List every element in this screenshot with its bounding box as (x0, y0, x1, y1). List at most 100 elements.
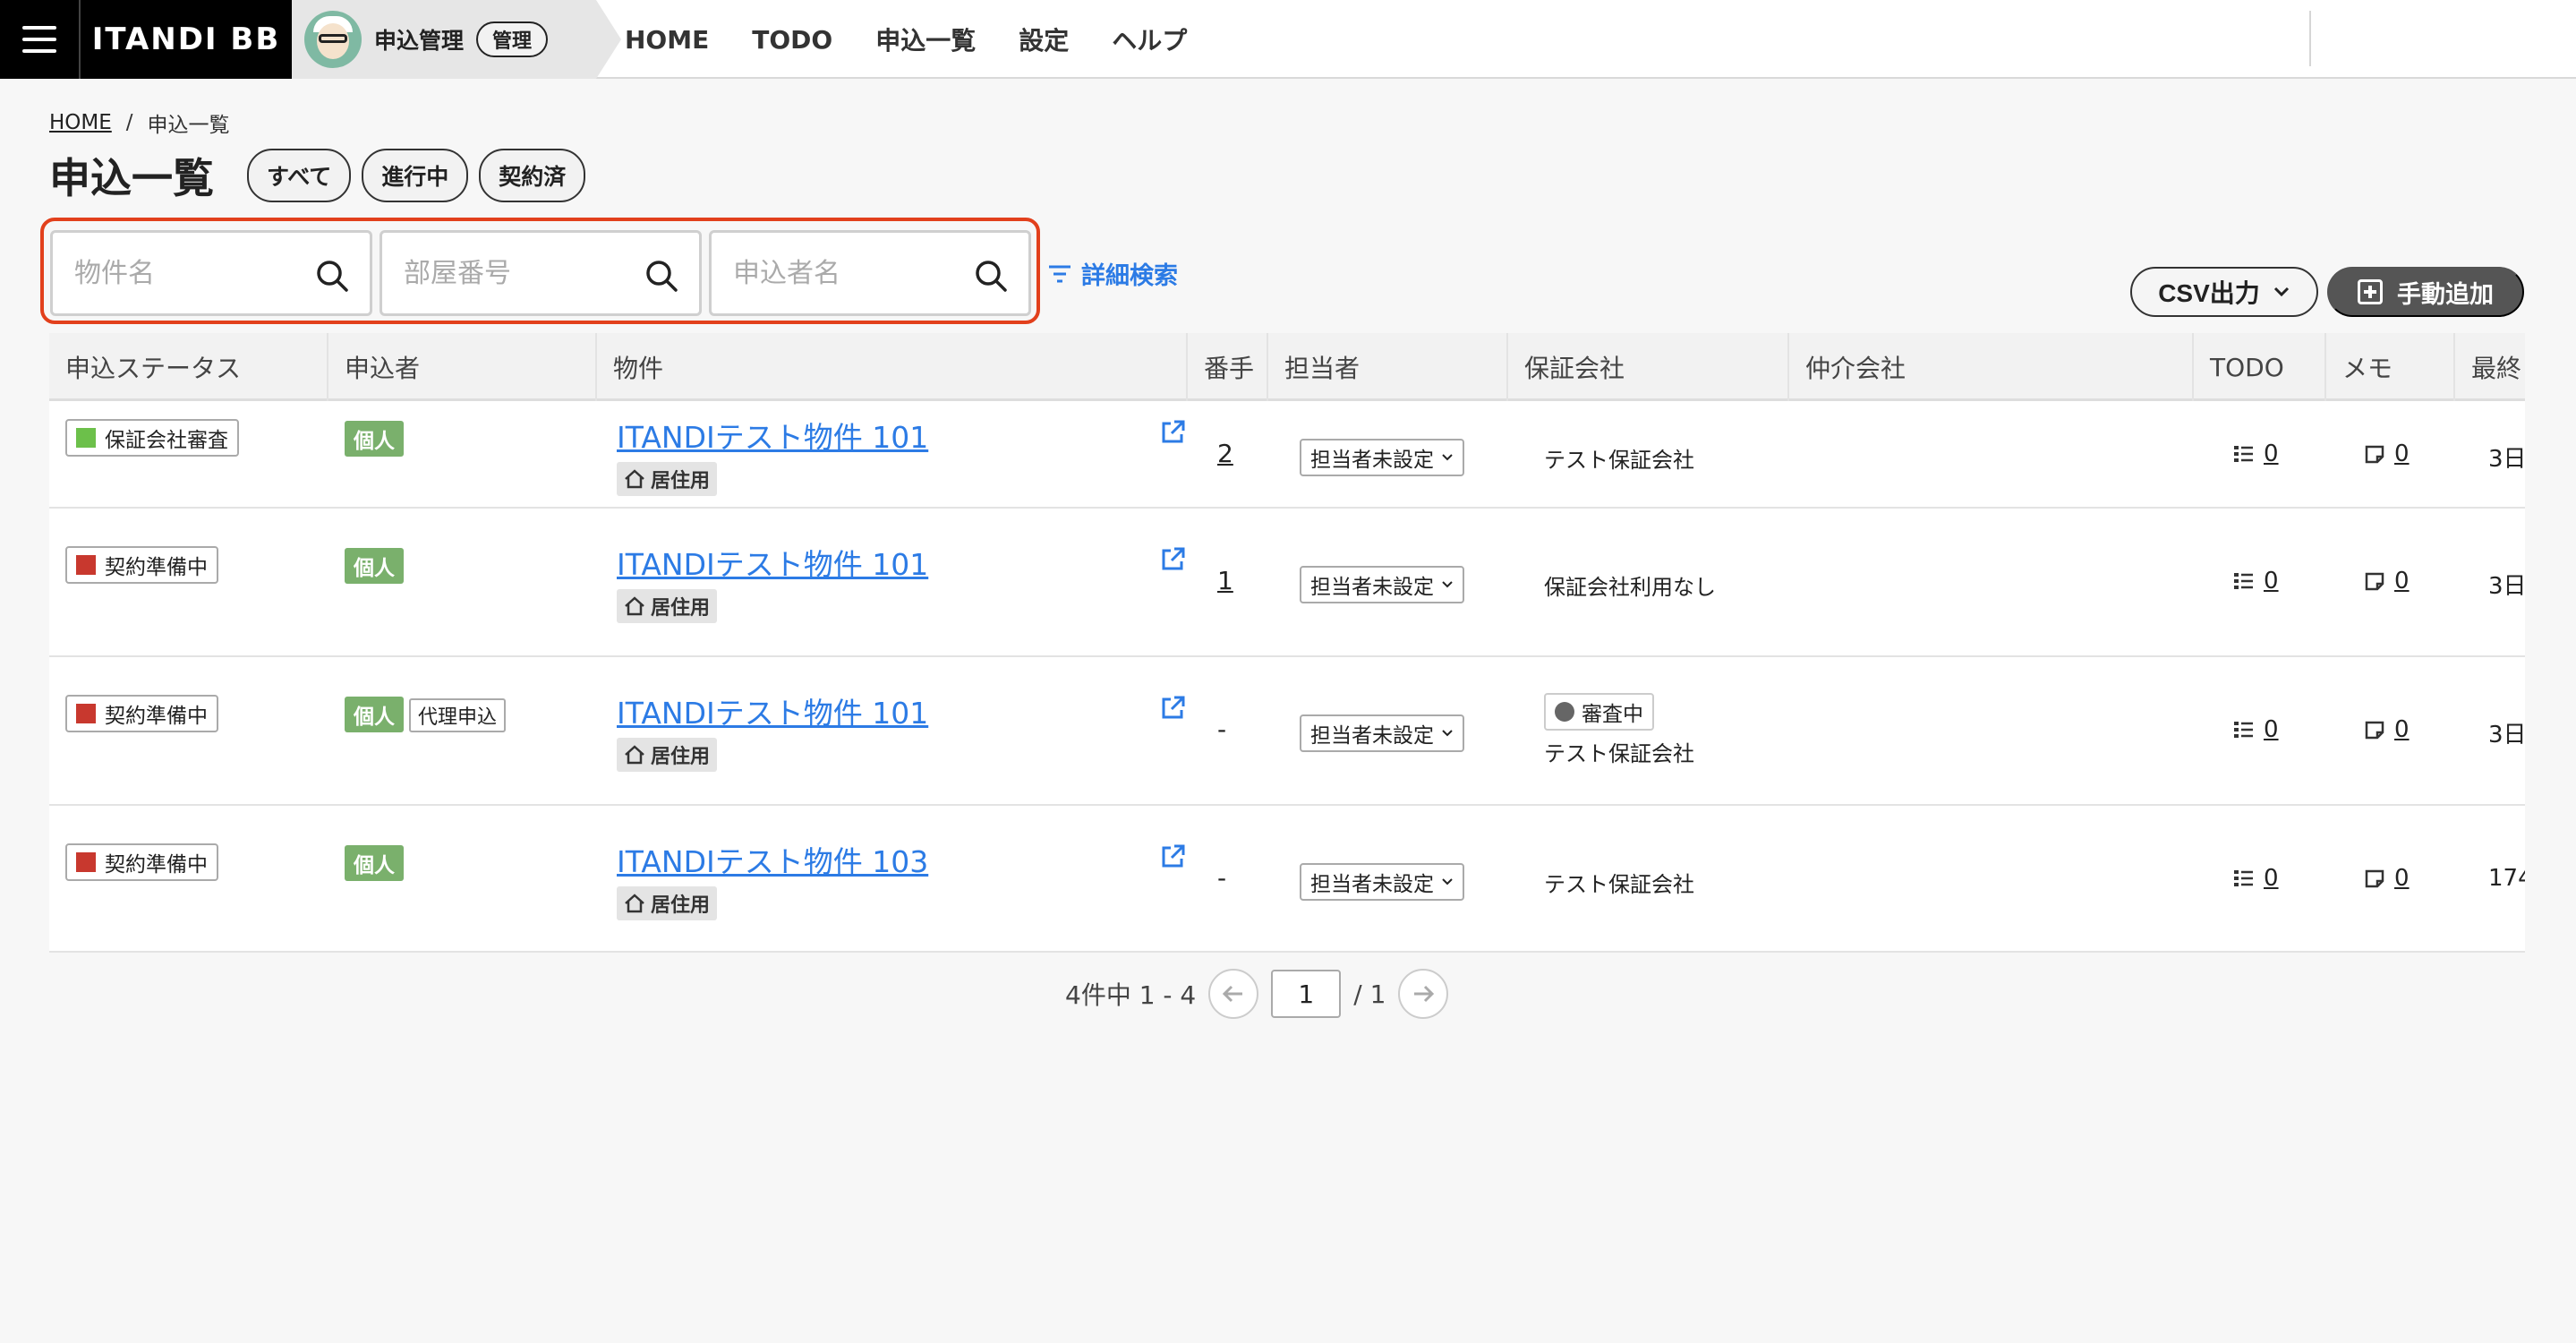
property-link[interactable]: ITANDIテスト物件 103 (617, 838, 928, 881)
nav-todo[interactable]: TODO (752, 25, 832, 55)
todo-count-link[interactable]: 0 (2233, 568, 2279, 595)
header-divider (2309, 11, 2311, 66)
breadcrumb: HOME / 申込一覧 (49, 107, 230, 138)
external-link-icon[interactable] (1159, 419, 1186, 446)
col-assignee[interactable]: 担当者 (1268, 333, 1508, 401)
table-row[interactable]: 契約準備中 個人 ITANDIテスト物件 101 居住用 1 担当者未設定 保証… (49, 509, 2525, 657)
arrow-left-icon (1223, 985, 1243, 1003)
property-link[interactable]: ITANDIテスト物件 101 (617, 414, 928, 457)
col-last-updated[interactable]: 最終 (2455, 333, 2525, 401)
manual-add-button[interactable]: 手動追加 (2327, 267, 2524, 317)
top-bar: ITANDI BB 申込管理 管理 HOME TODO 申込一覧 設定 ヘルプ (0, 0, 2576, 79)
todo-count-link[interactable]: 0 (2233, 865, 2279, 892)
status-color (76, 555, 96, 575)
arrow-right-icon (1414, 985, 1435, 1003)
col-broker[interactable]: 仲介会社 (1789, 333, 2194, 401)
page-number-input[interactable] (1271, 970, 1342, 1018)
main-nav: HOME TODO 申込一覧 設定 ヘルプ (625, 0, 1187, 79)
property-link[interactable]: ITANDIテスト物件 101 (617, 689, 928, 732)
search-icon[interactable] (644, 258, 679, 294)
pagination-total: / 1 (1353, 979, 1386, 1009)
filter-tab-all[interactable]: すべて (247, 149, 352, 202)
plus-icon (2358, 279, 2383, 304)
external-link-icon[interactable] (1159, 843, 1186, 870)
prev-page-button[interactable] (1208, 969, 1259, 1019)
next-page-button[interactable] (1398, 969, 1449, 1019)
memo-count-link[interactable]: 0 (2364, 441, 2410, 467)
table-row[interactable]: 保証会社審査 個人 ITANDIテスト物件 101 居住用 2 担当者未設定 テ… (49, 401, 2525, 509)
applications-table: 申込ステータス 申込者 物件 番手 担当者 保証会社 仲介会社 TODO メモ … (49, 333, 2525, 953)
nav-application-list[interactable]: 申込一覧 (875, 21, 976, 57)
home-icon (625, 469, 644, 489)
memo-count-link[interactable]: 0 (2364, 865, 2410, 892)
filter-tab-in-progress[interactable]: 進行中 (362, 149, 469, 202)
applicant-search-input[interactable] (733, 257, 966, 289)
nav-settings[interactable]: 設定 (1019, 21, 1069, 57)
todo-count: 0 (2264, 865, 2279, 892)
applicant-type-tag: 個人 (345, 548, 404, 584)
guarantor-review-badge: 審査中 (1544, 693, 1654, 731)
checklist-icon (2234, 722, 2253, 738)
usage-tag: 居住用 (617, 886, 718, 920)
table-row[interactable]: 契約準備中 個人 代理申込 ITANDIテスト物件 101 居住用 - 担当者未設… (49, 657, 2525, 806)
todo-count: 0 (2264, 441, 2279, 467)
menu-line (22, 38, 56, 41)
col-memo[interactable]: メモ (2326, 333, 2455, 401)
app-switcher[interactable]: 申込管理 管理 (292, 0, 621, 79)
status-badge: 保証会社審査 (65, 419, 239, 457)
order-number[interactable]: 2 (1217, 439, 1233, 468)
guarantor-name: テスト保証会社 (1544, 872, 1694, 897)
chevron-down-icon (2273, 287, 2289, 297)
col-property[interactable]: 物件 (597, 333, 1188, 401)
filter-tab-contracted[interactable]: 契約済 (479, 149, 586, 202)
col-applicant[interactable]: 申込者 (328, 333, 597, 401)
status-badge: 契約準備中 (65, 843, 218, 881)
col-status[interactable]: 申込ステータス (49, 333, 328, 401)
nav-home[interactable]: HOME (625, 25, 709, 55)
applicant-search-field[interactable] (709, 230, 1031, 316)
app-title: 申込管理 (374, 28, 465, 54)
property-search-input[interactable] (74, 257, 307, 289)
property-link[interactable]: ITANDIテスト物件 101 (617, 541, 928, 584)
order-number[interactable]: 1 (1217, 566, 1233, 595)
usage-tag: 居住用 (617, 589, 718, 623)
col-number[interactable]: 番手 (1188, 333, 1268, 401)
memo-count-link[interactable]: 0 (2364, 716, 2410, 743)
property-search-field[interactable] (50, 230, 372, 316)
csv-export-label: CSV出力 (2158, 279, 2260, 307)
col-todo[interactable]: TODO (2194, 333, 2326, 401)
breadcrumb-current: 申込一覧 (147, 114, 230, 137)
applicant-type-tag: 個人 (345, 845, 404, 881)
assignee-value: 担当者未設定 (1310, 873, 1434, 896)
hamburger-menu-button[interactable] (0, 0, 79, 79)
room-number-search-field[interactable] (380, 230, 702, 316)
assignee-select[interactable]: 担当者未設定 (1300, 863, 1464, 901)
external-link-icon[interactable] (1159, 546, 1186, 573)
assignee-select[interactable]: 担当者未設定 (1300, 439, 1464, 476)
memo-count: 0 (2394, 568, 2410, 595)
memo-count: 0 (2394, 865, 2410, 892)
applicant-type-tag: 個人 (345, 697, 404, 732)
external-link-icon[interactable] (1159, 695, 1186, 722)
assignee-select[interactable]: 担当者未設定 (1300, 566, 1464, 603)
chevron-down-icon (1442, 730, 1453, 737)
todo-count-link[interactable]: 0 (2233, 716, 2279, 743)
search-icon[interactable] (973, 258, 1009, 294)
memo-count-link[interactable]: 0 (2364, 568, 2410, 595)
search-icon[interactable] (314, 258, 350, 294)
last-updated: 3日 (2488, 446, 2525, 473)
table-row[interactable]: 契約準備中 個人 ITANDIテスト物件 103 居住用 - 担当者未設定 テス… (49, 806, 2525, 953)
col-guarantor[interactable]: 保証会社 (1508, 333, 1789, 401)
todo-count-link[interactable]: 0 (2233, 441, 2279, 467)
breadcrumb-home[interactable]: HOME (49, 111, 112, 134)
guarantor-name: 保証会社利用なし (1544, 575, 1716, 600)
room-number-search-input[interactable] (404, 257, 636, 289)
csv-export-button[interactable]: CSV出力 (2130, 267, 2318, 317)
nav-help[interactable]: ヘルプ (1112, 21, 1187, 57)
advanced-search-link[interactable]: 詳細検索 (1047, 256, 1178, 291)
last-updated: 174 (2488, 865, 2525, 892)
assignee-select[interactable]: 担当者未設定 (1300, 714, 1464, 752)
brand-logo[interactable]: ITANDI BB (79, 0, 292, 79)
avatar (304, 11, 362, 68)
status-label: 契約準備中 (105, 556, 208, 579)
